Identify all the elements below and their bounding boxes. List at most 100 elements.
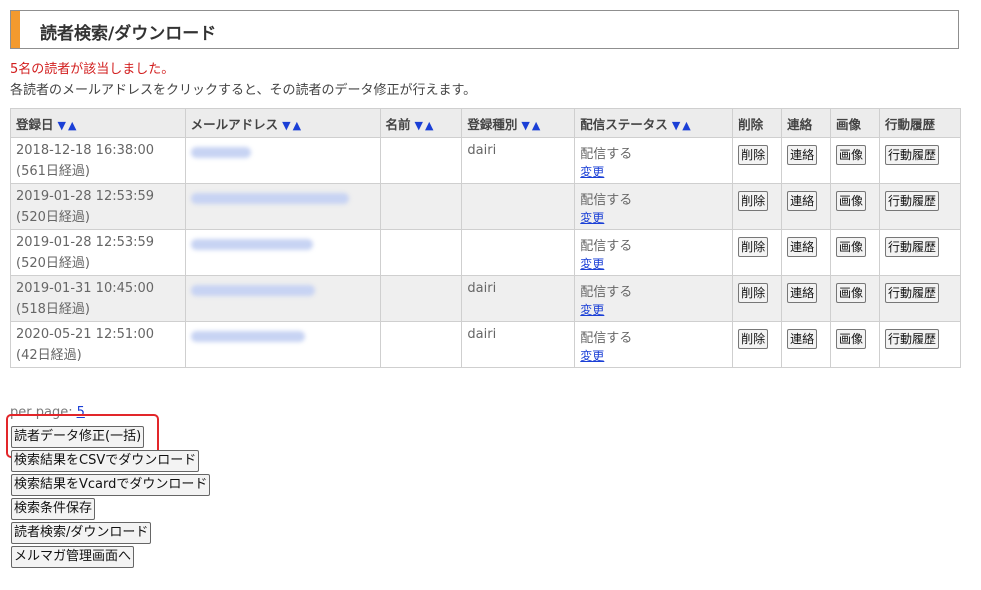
change-status-link[interactable]: 変更 [580, 255, 727, 272]
elapsed-days: (42日経過) [16, 348, 82, 363]
contact-button[interactable]: 連絡 [787, 145, 818, 165]
title-accent-bar [11, 11, 20, 48]
save-conditions-button[interactable]: 検索条件保存 [11, 498, 96, 520]
cell-name [379, 275, 463, 322]
contact-button[interactable]: 連絡 [787, 191, 818, 211]
sort-registered-icon[interactable]: ▼▲ [58, 119, 79, 132]
sort-reg-type-icon[interactable]: ▼▲ [521, 119, 542, 132]
change-status-link[interactable]: 変更 [580, 347, 727, 364]
image-button[interactable]: 画像 [836, 329, 867, 349]
header-delivery-status: 配信ステータス ▼▲ [574, 108, 734, 138]
email-link[interactable] [190, 331, 305, 342]
cell-email [184, 137, 381, 184]
cell-name [379, 229, 463, 276]
sort-delivery-status-icon[interactable]: ▼▲ [672, 119, 693, 132]
contact-button[interactable]: 連絡 [787, 237, 818, 257]
image-button[interactable]: 画像 [836, 145, 867, 165]
search-download-button[interactable]: 読者検索/ダウンロード [11, 522, 152, 544]
delete-button[interactable]: 削除 [738, 283, 769, 303]
cell-image: 画像 [830, 229, 880, 276]
vcard-download-button[interactable]: 検索結果をVcardでダウンロード [11, 474, 211, 496]
cell-name [379, 321, 463, 368]
registered-date: 2018-12-18 16:38:00 [16, 143, 155, 158]
cell-delete: 削除 [732, 229, 783, 276]
image-button[interactable]: 画像 [836, 237, 867, 257]
cell-delete: 削除 [732, 321, 783, 368]
delivery-status: 配信する [580, 147, 633, 162]
email-link[interactable] [190, 147, 251, 158]
header-email: メールアドレス ▼▲ [184, 108, 381, 138]
history-button[interactable]: 行動履歴 [884, 145, 939, 165]
cell-history: 行動履歴 [878, 183, 962, 230]
cell-delivery-status: 配信する 変更 [574, 275, 734, 322]
elapsed-days: (518日経過) [16, 302, 90, 317]
instruction-text: 各読者のメールアドレスをクリックすると、その読者のデータ修正が行えます。 [10, 83, 477, 98]
cell-reg-type [461, 183, 576, 230]
bulk-edit-button[interactable]: 読者データ修正(一括) [11, 426, 145, 448]
email-link[interactable] [190, 239, 313, 250]
history-button[interactable]: 行動履歴 [884, 329, 939, 349]
result-count-message: 5名の読者が該当しました。 [10, 62, 175, 77]
change-status-link[interactable]: 変更 [580, 209, 727, 226]
change-status-link[interactable]: 変更 [580, 301, 727, 318]
cell-contact: 連絡 [781, 275, 832, 322]
cell-contact: 連絡 [781, 229, 832, 276]
cell-reg-type [461, 229, 576, 276]
history-button[interactable]: 行動履歴 [884, 191, 939, 211]
cell-image: 画像 [830, 183, 880, 230]
header-contact: 連絡 [781, 108, 832, 138]
cell-reg-type: dairi [461, 275, 576, 322]
header-name-label: 名前 [385, 116, 411, 132]
cell-delivery-status: 配信する 変更 [574, 229, 734, 276]
header-email-label: メールアドレス [190, 116, 279, 132]
cell-history: 行動履歴 [878, 137, 962, 184]
cell-delete: 削除 [732, 183, 783, 230]
cell-email [184, 183, 381, 230]
csv-download-button[interactable]: 検索結果をCSVでダウンロード [11, 450, 200, 472]
email-link[interactable] [190, 285, 315, 296]
cell-registered: 2019-01-28 12:53:59 (520日経過) [10, 183, 186, 230]
cell-reg-type: dairi [461, 137, 576, 184]
cell-email [184, 229, 381, 276]
history-button[interactable]: 行動履歴 [884, 237, 939, 257]
cell-image: 画像 [830, 275, 880, 322]
cell-registered: 2019-01-28 12:53:59 (520日経過) [10, 229, 186, 276]
cell-name [379, 183, 463, 230]
image-button[interactable]: 画像 [836, 283, 867, 303]
history-button[interactable]: 行動履歴 [884, 283, 939, 303]
sort-name-icon[interactable]: ▼▲ [415, 119, 436, 132]
elapsed-days: (561日経過) [16, 164, 90, 179]
cell-history: 行動履歴 [878, 321, 962, 368]
delete-button[interactable]: 削除 [738, 329, 769, 349]
reader-table: 登録日 ▼▲ メールアドレス ▼▲ 名前 ▼▲ 登録種別 ▼▲ 配信ステータス ▼▲ 削除… [10, 108, 962, 368]
header-image: 画像 [830, 108, 880, 138]
delete-button[interactable]: 削除 [738, 191, 769, 211]
cell-reg-type: dairi [461, 321, 576, 368]
cell-registered: 2020-05-21 12:51:00 (42日経過) [10, 321, 186, 368]
mail-admin-button[interactable]: メルマガ管理画面へ [11, 546, 135, 568]
delete-button[interactable]: 削除 [738, 237, 769, 257]
action-buttons: 読者データ修正(一括) 検索結果をCSVでダウンロード 検索結果をVcardでダ… [11, 426, 211, 570]
image-button[interactable]: 画像 [836, 191, 867, 211]
table-row: 2020-05-21 12:51:00 (42日経過) dairi 配信する 変更 … [10, 321, 962, 368]
change-status-link[interactable]: 変更 [580, 163, 727, 180]
page-title: 読者検索/ダウンロード [40, 24, 217, 44]
email-link[interactable] [190, 193, 349, 204]
cell-registered: 2019-01-31 10:45:00 (518日経過) [10, 275, 186, 322]
sort-email-icon[interactable]: ▼▲ [282, 119, 303, 132]
table-row: 2019-01-28 12:53:59 (520日経過) 配信する 変更 削除 連絡… [10, 229, 962, 276]
cell-history: 行動履歴 [878, 275, 962, 322]
cell-delivery-status: 配信する 変更 [574, 137, 734, 184]
delete-button[interactable]: 削除 [738, 145, 769, 165]
table-row: 2019-01-31 10:45:00 (518日経過) dairi 配信する 変更… [10, 275, 962, 322]
cell-delete: 削除 [732, 275, 783, 322]
cell-image: 画像 [830, 321, 880, 368]
cell-contact: 連絡 [781, 321, 832, 368]
delivery-status: 配信する [580, 331, 633, 346]
cell-delivery-status: 配信する 変更 [574, 321, 734, 368]
contact-button[interactable]: 連絡 [787, 329, 818, 349]
table-row: 2019-01-28 12:53:59 (520日経過) 配信する 変更 削除 連絡… [10, 183, 962, 230]
page-title-box: 読者検索/ダウンロード [10, 10, 959, 49]
contact-button[interactable]: 連絡 [787, 283, 818, 303]
registered-date: 2020-05-21 12:51:00 [16, 327, 155, 342]
